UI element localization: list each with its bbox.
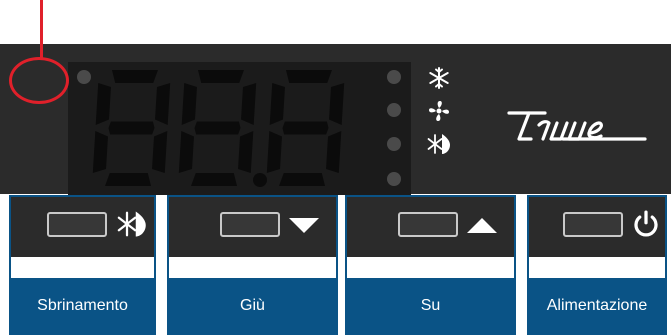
defrost-button-label: Sbrinamento: [11, 278, 154, 333]
digit-segment: [266, 131, 282, 173]
defrost-icon: [117, 211, 146, 237]
digit-segment: [155, 83, 171, 125]
up-button[interactable]: Su: [345, 195, 516, 335]
callout-circle: [9, 57, 69, 104]
digit-segment: [194, 121, 241, 135]
button-key: [398, 212, 458, 237]
digit-segment: [269, 83, 285, 125]
display-led-left: [77, 70, 91, 84]
power-button[interactable]: Alimentazione: [527, 195, 667, 335]
digit-segment: [112, 70, 158, 83]
button-key: [47, 212, 107, 237]
digit-segment: [238, 131, 254, 173]
display-led-lower: [387, 172, 401, 186]
digit-segment: [152, 131, 168, 173]
digit-segment: [198, 70, 244, 83]
digit-segment: [241, 83, 257, 125]
display-led-bottom: [387, 137, 401, 151]
segment-display: [68, 62, 411, 195]
digit-segment: [329, 83, 345, 125]
true-logo: [507, 111, 647, 141]
fan-icon: [429, 101, 449, 121]
digit-segment: [279, 173, 325, 186]
defrost-icon: [427, 134, 450, 154]
button-key: [220, 212, 280, 237]
defrost-button[interactable]: Sbrinamento: [9, 195, 156, 335]
power-icon: [634, 210, 658, 237]
down-button-label: Giù: [169, 278, 336, 333]
digit-segment: [105, 173, 151, 186]
power-button-label: Alimentazione: [529, 278, 665, 333]
digit-segment: [286, 70, 332, 83]
display-digits: [92, 70, 345, 187]
digit-segment: [178, 131, 194, 173]
up-button-label: Su: [347, 278, 514, 333]
display-led-middle: [387, 103, 401, 117]
decimal-point: [253, 173, 267, 187]
digit-segment: [191, 173, 237, 186]
display-led-top: [387, 70, 401, 84]
callout-line: [40, 0, 43, 58]
digit-segment: [108, 121, 155, 135]
digit-segment: [181, 83, 197, 125]
digit-segment: [95, 83, 111, 125]
down-button[interactable]: Giù: [167, 195, 338, 335]
digit-segment: [326, 131, 342, 173]
up-arrow-icon: [467, 218, 497, 233]
digit-segment: [92, 131, 108, 173]
snowflake-icon: [429, 67, 449, 89]
digit-segment: [282, 121, 329, 135]
down-arrow-icon: [289, 218, 319, 233]
button-key: [563, 212, 623, 237]
